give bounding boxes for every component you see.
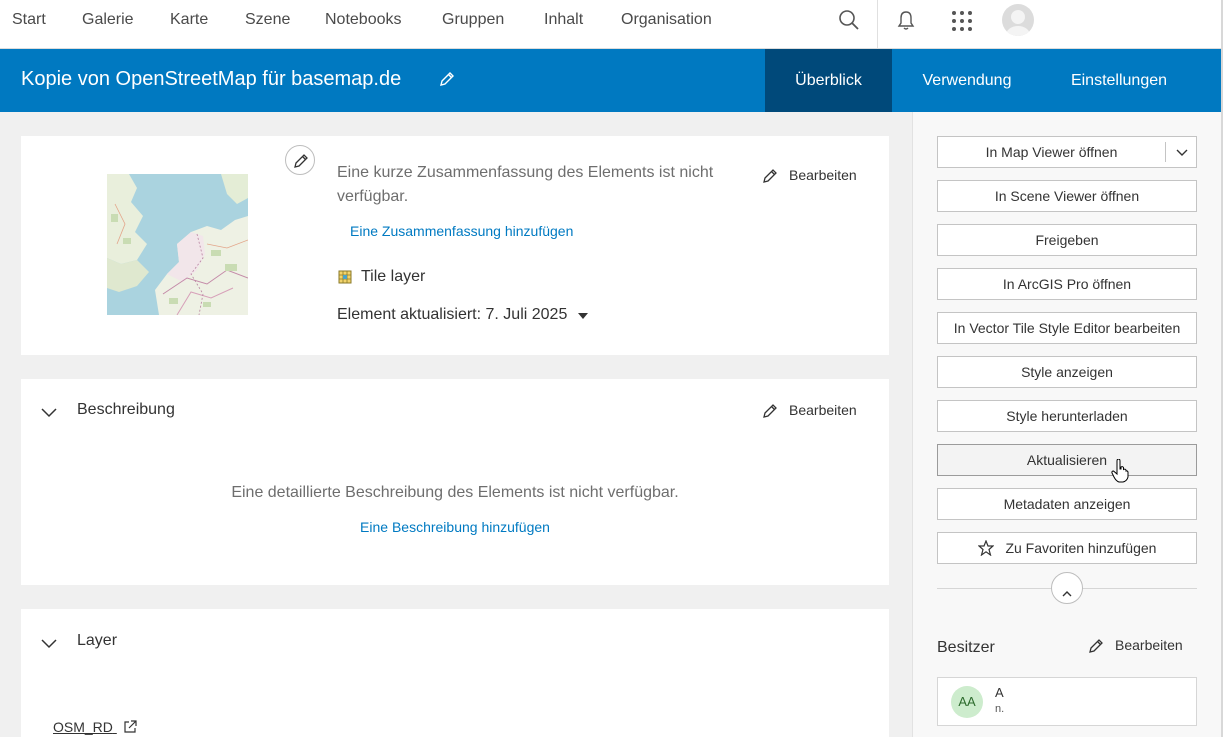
search-icon[interactable] bbox=[838, 9, 860, 36]
tab-verwendung[interactable]: Verwendung bbox=[902, 49, 1032, 112]
pencil-icon bbox=[763, 169, 777, 183]
add-favorite-label: Zu Favoriten hinzufügen bbox=[1005, 540, 1157, 556]
download-style-button[interactable]: Style herunterladen bbox=[937, 400, 1197, 432]
nav-galerie[interactable]: Galerie bbox=[82, 11, 134, 29]
view-metadata-button[interactable]: Metadaten anzeigen bbox=[937, 488, 1197, 520]
summary-card: Eine kurze Zusammenfassung des Elements … bbox=[21, 136, 889, 355]
open-map-viewer-button[interactable]: In Map Viewer öffnen bbox=[937, 136, 1197, 168]
updated-label: Element aktualisiert: 7. Juli 2025 bbox=[337, 306, 568, 324]
item-type-label: Tile layer bbox=[361, 268, 426, 285]
view-style-button[interactable]: Style anzeigen bbox=[937, 356, 1197, 388]
top-navigation: Start Galerie Karte Szene Notebooks Grup… bbox=[0, 0, 1222, 49]
chevron-down-icon[interactable] bbox=[1176, 137, 1188, 167]
nav-szene[interactable]: Szene bbox=[245, 11, 290, 29]
chevron-up-icon bbox=[1062, 584, 1072, 602]
edit-owner-button[interactable]: Bearbeiten bbox=[1087, 637, 1187, 655]
pencil-icon bbox=[763, 404, 777, 418]
nav-gruppen[interactable]: Gruppen bbox=[442, 11, 504, 29]
summary-text: Eine kurze Zusammenfassung des Elements … bbox=[337, 164, 714, 205]
bell-icon[interactable] bbox=[895, 9, 917, 36]
split-divider bbox=[1165, 142, 1166, 162]
description-card: Beschreibung Bearbeiten Eine detailliert… bbox=[21, 379, 889, 585]
tab-ueberblick[interactable]: Überblick bbox=[765, 49, 892, 112]
layer-link-osm-rd[interactable]: OSM_RD bbox=[53, 719, 137, 737]
add-favorite-button[interactable]: Zu Favoriten hinzufügen bbox=[937, 532, 1197, 564]
open-scene-viewer-button[interactable]: In Scene Viewer öffnen bbox=[937, 180, 1197, 212]
updated-dropdown[interactable]: Element aktualisiert: 7. Juli 2025 bbox=[337, 306, 588, 324]
star-icon bbox=[976, 536, 995, 566]
edit-summary-button[interactable]: Bearbeiten bbox=[761, 167, 861, 185]
tab-einstellungen[interactable]: Einstellungen bbox=[1050, 49, 1188, 112]
nav-inhalt[interactable]: Inhalt bbox=[544, 11, 583, 29]
edit-title-pencil-icon[interactable] bbox=[438, 70, 456, 93]
nav-divider bbox=[877, 0, 878, 48]
tile-layer-icon bbox=[338, 270, 352, 289]
description-empty-text: Eine detaillierte Beschreibung des Eleme… bbox=[231, 484, 679, 501]
map-thumbnail bbox=[107, 174, 248, 315]
edit-summary-label: Bearbeiten bbox=[789, 167, 857, 183]
item-header: Kopie von OpenStreetMap für basemap.de Ü… bbox=[0, 49, 1221, 112]
edit-description-label: Bearbeiten bbox=[789, 402, 857, 418]
item-title: Kopie von OpenStreetMap für basemap.de bbox=[21, 68, 402, 90]
external-link-icon bbox=[123, 720, 137, 737]
owner-card[interactable]: AA A n. bbox=[937, 677, 1197, 726]
open-arcgis-pro-button[interactable]: In ArcGIS Pro öffnen bbox=[937, 268, 1197, 300]
description-title: Beschreibung bbox=[77, 401, 175, 418]
layers-card: Layer OSM_RD bbox=[21, 609, 889, 737]
nav-organisation[interactable]: Organisation bbox=[621, 11, 712, 29]
update-button[interactable]: Aktualisieren bbox=[937, 444, 1197, 476]
owner-title: Besitzer bbox=[937, 639, 995, 656]
edit-description-button[interactable]: Bearbeiten bbox=[761, 402, 861, 420]
edit-vector-tile-style-button[interactable]: In Vector Tile Style Editor bearbeiten bbox=[937, 312, 1197, 344]
layers-title: Layer bbox=[77, 632, 118, 649]
owner-name: A bbox=[995, 685, 1004, 700]
owner-avatar: AA bbox=[951, 686, 983, 718]
app-launcher-icon[interactable] bbox=[951, 10, 973, 37]
owner-subtext: n. bbox=[995, 703, 1005, 715]
chevron-down-icon[interactable] bbox=[41, 405, 57, 423]
edit-thumbnail-button[interactable] bbox=[285, 145, 315, 175]
nav-karte[interactable]: Karte bbox=[170, 11, 208, 29]
collapse-actions-button[interactable] bbox=[1051, 572, 1083, 604]
share-button[interactable]: Freigeben bbox=[937, 224, 1197, 256]
caret-down-icon bbox=[577, 306, 588, 324]
actions-sidebar: In Map Viewer öffnen In Scene Viewer öff… bbox=[912, 112, 1222, 737]
hand-cursor-icon bbox=[1111, 458, 1129, 488]
chevron-down-icon[interactable] bbox=[41, 636, 57, 654]
open-map-viewer-label: In Map Viewer öffnen bbox=[985, 144, 1118, 160]
add-description-link[interactable]: Eine Beschreibung hinzufügen bbox=[21, 519, 889, 535]
add-summary-link[interactable]: Eine Zusammenfassung hinzufügen bbox=[350, 223, 573, 239]
pencil-icon bbox=[1089, 639, 1103, 653]
nav-start[interactable]: Start bbox=[12, 11, 46, 29]
nav-notebooks[interactable]: Notebooks bbox=[325, 11, 402, 29]
user-avatar[interactable] bbox=[1002, 4, 1034, 36]
layer-name: OSM_RD bbox=[53, 719, 113, 735]
edit-owner-label: Bearbeiten bbox=[1115, 637, 1183, 653]
